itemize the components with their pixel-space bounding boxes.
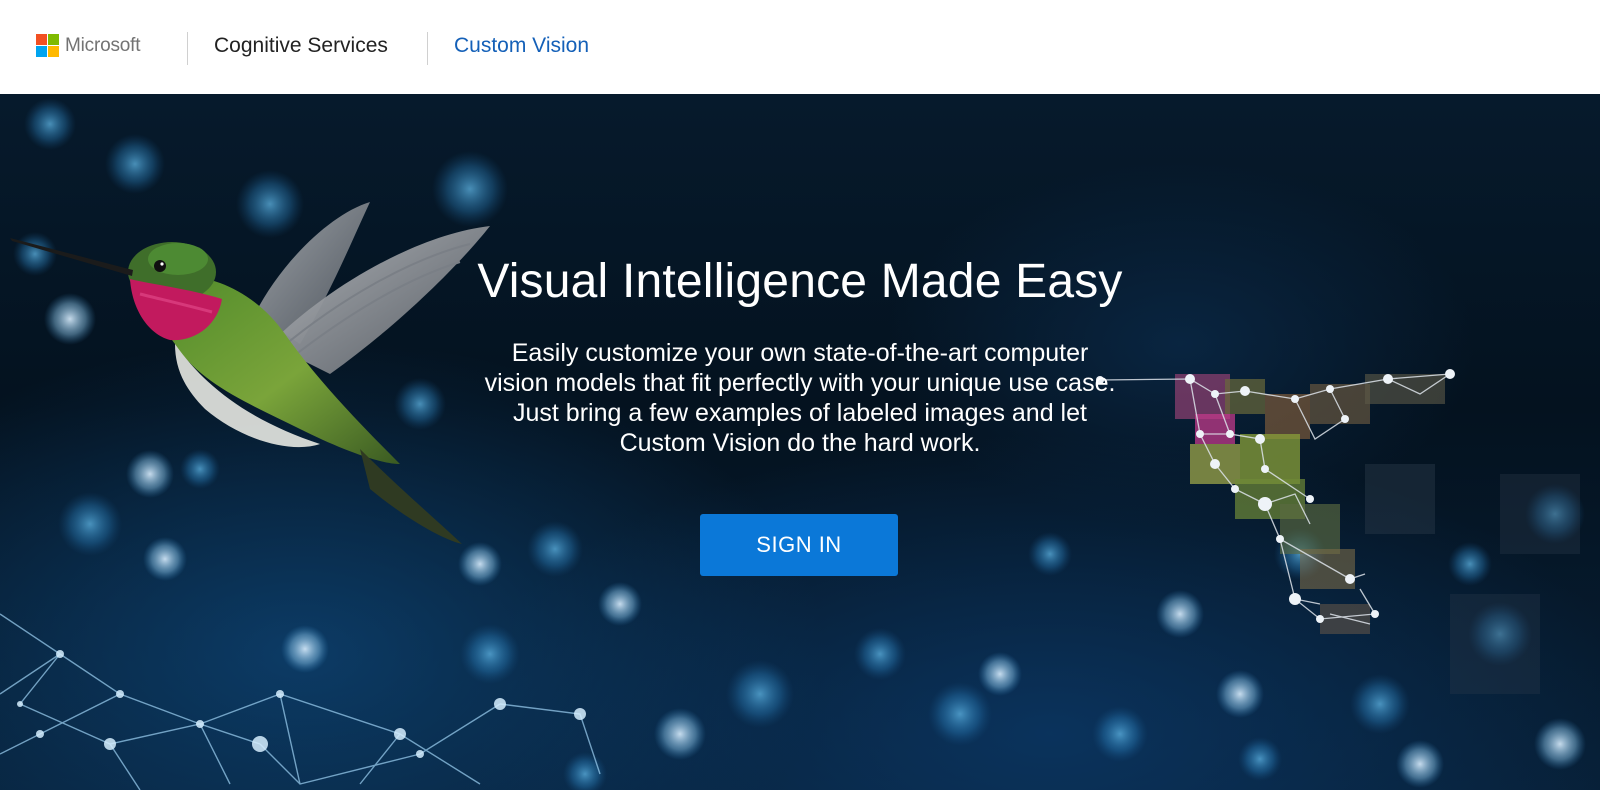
sign-in-button[interactable]: SIGN IN [700, 514, 898, 576]
header-divider [427, 32, 428, 65]
top-header: Microsoft Cognitive Services Custom Visi… [0, 0, 1600, 94]
nav-cognitive-services[interactable]: Cognitive Services [214, 34, 388, 58]
microsoft-logo-icon [36, 34, 59, 57]
hero-banner: Visual Intelligence Made Easy Easily cus… [0, 94, 1600, 790]
header-divider [187, 32, 188, 65]
pixel-hummingbird [1175, 374, 1580, 694]
microsoft-wordmark: Microsoft [65, 34, 141, 56]
nav-custom-vision[interactable]: Custom Vision [454, 34, 589, 58]
microsoft-logo-link[interactable]: Microsoft [36, 34, 140, 57]
hero-description: Easily customize your own state-of-the-a… [484, 339, 1116, 457]
hero-title: Visual Intelligence Made Easy [477, 255, 1123, 308]
